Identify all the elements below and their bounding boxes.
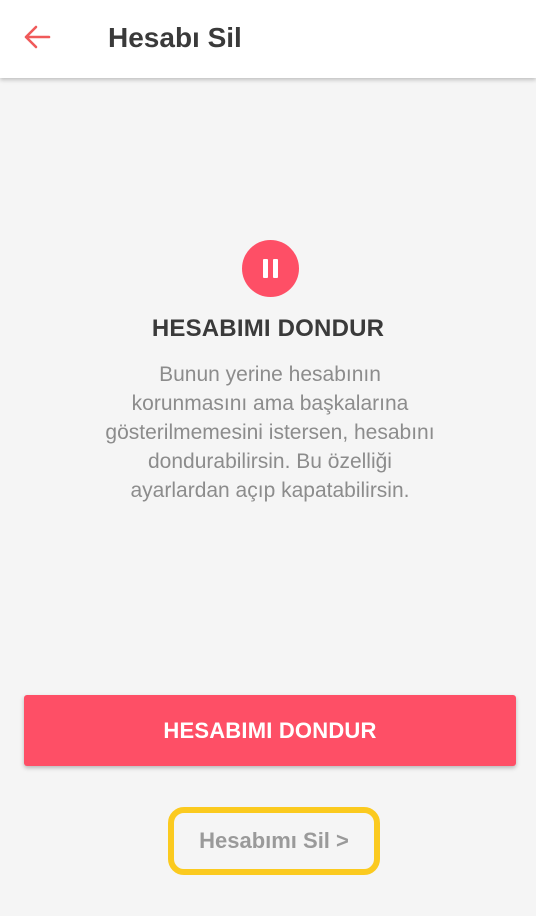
pause-bar-right xyxy=(273,259,278,278)
back-button[interactable] xyxy=(14,16,60,58)
pause-bar-left xyxy=(263,259,268,278)
pause-icon xyxy=(242,240,299,297)
freeze-account-button[interactable]: HESABIMI DONDUR xyxy=(24,695,516,766)
arrow-left-icon xyxy=(24,25,51,49)
delete-account-link[interactable]: Hesabımı Sil > xyxy=(168,807,380,875)
freeze-heading: HESABIMI DONDUR xyxy=(151,315,385,342)
app-bar: Hesabı Sil xyxy=(0,0,536,78)
page-title: Hesabı Sil xyxy=(108,22,242,53)
freeze-description: Bunun yerine hesabının korunmasını ama b… xyxy=(105,363,435,502)
freeze-account-panel: HESABIMI DONDUR Bunun yerine hesabının k… xyxy=(0,78,536,916)
